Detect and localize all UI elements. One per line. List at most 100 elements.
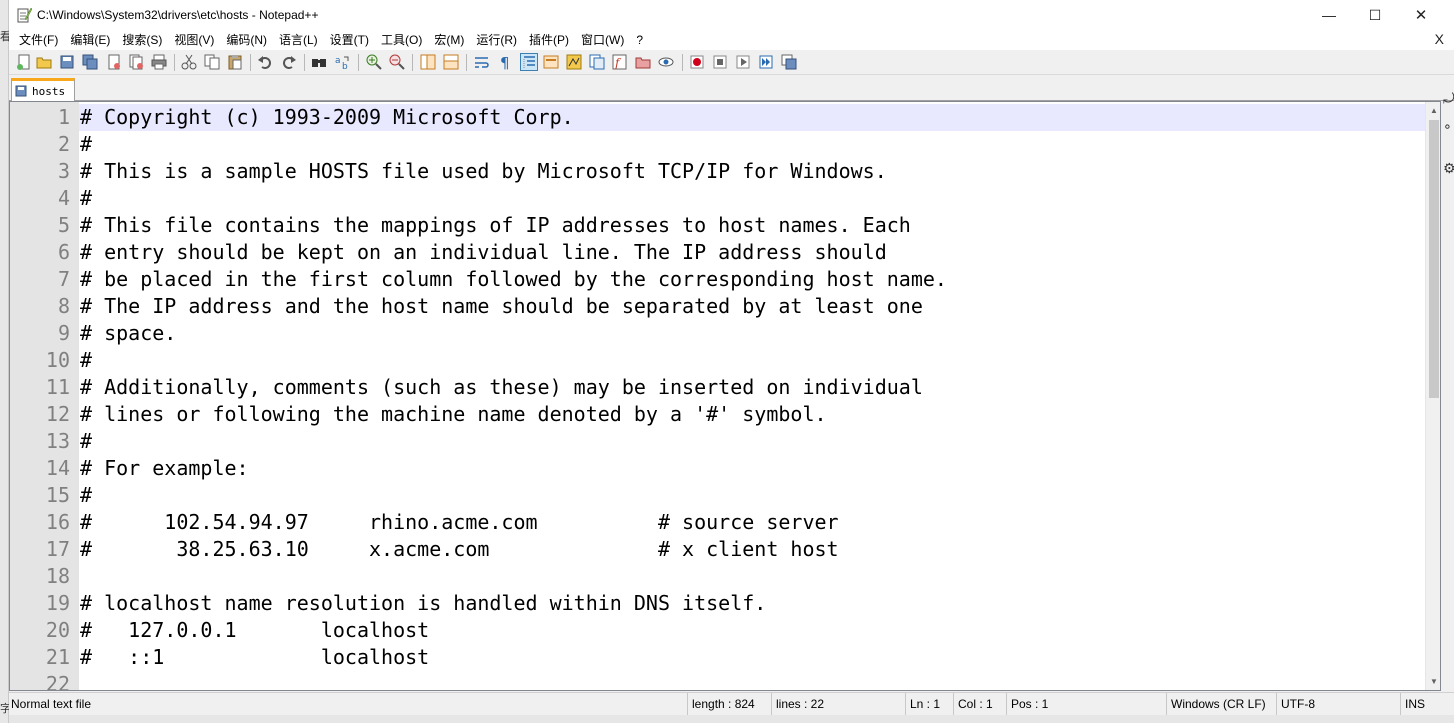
document-map-icon[interactable] — [566, 54, 582, 70]
line-number: 2 — [57, 132, 70, 156]
sync-horizontal-icon[interactable] — [443, 54, 459, 70]
paste-icon[interactable] — [227, 54, 243, 70]
monitoring-icon[interactable] — [658, 54, 674, 70]
menu-edit[interactable]: 编辑(E) — [64, 30, 116, 50]
svg-text:b: b — [342, 62, 348, 70]
status-insert-mode[interactable]: INS — [1400, 693, 1444, 716]
toolbar: ab ¶ f — [9, 50, 1454, 75]
close-file-icon[interactable] — [106, 54, 122, 70]
line-number: 12 — [45, 402, 70, 426]
sync-vertical-icon[interactable] — [420, 54, 436, 70]
tab-hosts[interactable]: hosts — [11, 78, 75, 101]
line-number: 20 — [45, 618, 70, 642]
line-number: 6 — [57, 240, 70, 264]
code-line[interactable]: # 127.0.0.1 localhost — [80, 617, 429, 644]
title-bar[interactable]: C:\Windows\System32\drivers\etc\hosts - … — [9, 0, 1454, 30]
copy-icon[interactable] — [204, 54, 220, 70]
cut-icon[interactable] — [181, 54, 197, 70]
zoom-in-icon[interactable] — [366, 54, 382, 70]
code-line[interactable]: # — [80, 131, 92, 158]
status-position: Pos : 1 — [1006, 693, 1166, 716]
code-line[interactable]: # For example: — [80, 455, 249, 482]
find-icon[interactable] — [311, 54, 327, 70]
menu-plugins[interactable]: 插件(P) — [523, 30, 575, 50]
menu-window[interactable]: 窗口(W) — [575, 30, 630, 50]
show-all-characters-icon[interactable]: ¶ — [497, 54, 513, 70]
close-all-icon[interactable] — [128, 54, 144, 70]
saved-file-icon — [15, 85, 27, 97]
menu-run[interactable]: 运行(R) — [470, 30, 523, 50]
save-icon[interactable] — [59, 54, 75, 70]
code-line[interactable]: # Copyright (c) 1993-2009 Microsoft Corp… — [80, 104, 574, 131]
line-number: 22 — [45, 672, 70, 691]
replace-icon[interactable]: ab — [335, 54, 351, 70]
menu-bar: 文件(F) 编辑(E) 搜索(S) 视图(V) 编码(N) 语言(L) 设置(T… — [9, 30, 1454, 50]
undo-arrow-icon[interactable]: ⤾ — [1443, 90, 1454, 106]
open-file-icon[interactable] — [36, 54, 52, 70]
scroll-down-icon[interactable]: ▼ — [1426, 673, 1440, 690]
gear-icon[interactable]: ⚙ — [1443, 160, 1454, 176]
toolbar-separator — [358, 54, 359, 71]
scroll-up-icon[interactable]: ▲ — [1426, 102, 1440, 119]
code-line[interactable]: # The IP address and the host name shoul… — [80, 293, 923, 320]
save-all-icon[interactable] — [82, 54, 98, 70]
code-line[interactable]: # lines or following the machine name de… — [80, 401, 827, 428]
play-macro-icon[interactable] — [735, 54, 751, 70]
code-line[interactable]: # entry should be kept on an individual … — [80, 239, 887, 266]
run-macro-multiple-icon[interactable] — [758, 54, 774, 70]
zoom-out-icon[interactable] — [389, 54, 405, 70]
code-line[interactable]: # This file contains the mappings of IP … — [80, 212, 911, 239]
tab-label: hosts — [32, 85, 66, 98]
code-line[interactable]: # — [80, 185, 92, 212]
line-number: 15 — [45, 483, 70, 507]
code-line[interactable]: # — [80, 428, 92, 455]
document-list-icon[interactable] — [589, 54, 605, 70]
code-line[interactable]: # 38.25.63.10 x.acme.com # x client host — [80, 536, 839, 563]
menu-language[interactable]: 语言(L) — [273, 30, 324, 50]
maximize-button[interactable]: ☐ — [1352, 0, 1398, 30]
code-line[interactable]: # ::1 localhost — [80, 644, 429, 671]
word-wrap-icon[interactable] — [474, 54, 490, 70]
code-line[interactable]: # space. — [80, 320, 176, 347]
toolbar-separator — [304, 54, 305, 71]
menu-help[interactable]: ? — [630, 30, 649, 50]
vertical-scrollbar[interactable]: ▲ ▼ — [1425, 102, 1440, 690]
new-file-icon[interactable] — [16, 54, 32, 70]
scrollbar-thumb[interactable] — [1429, 120, 1439, 398]
menu-settings[interactable]: 设置(T) — [324, 30, 375, 50]
menu-search[interactable]: 搜索(S) — [116, 30, 168, 50]
code-line[interactable]: # 102.54.94.97 rhino.acme.com # source s… — [80, 509, 839, 536]
menu-encoding[interactable]: 编码(N) — [220, 30, 273, 50]
close-document-button[interactable]: X — [1435, 31, 1444, 47]
folder-as-workspace-icon[interactable] — [635, 54, 651, 70]
code-line[interactable]: # Additionally, comments (such as these)… — [80, 374, 923, 401]
status-encoding[interactable]: UTF-8 — [1276, 693, 1400, 716]
user-defined-language-icon[interactable] — [543, 54, 559, 70]
toolbar-separator — [174, 54, 175, 71]
code-line[interactable]: # — [80, 482, 92, 509]
menu-tools[interactable]: 工具(O) — [375, 30, 428, 50]
status-eol[interactable]: Windows (CR LF) — [1166, 693, 1276, 716]
minimize-button[interactable]: — — [1306, 0, 1352, 30]
indent-guide-icon[interactable] — [520, 53, 538, 71]
code-line[interactable]: # localhost name resolution is handled w… — [80, 590, 766, 617]
undo-icon[interactable] — [257, 54, 273, 70]
side-tools-panel: ⤾ ∘ ⚙ — [1443, 90, 1454, 190]
print-icon[interactable] — [151, 54, 167, 70]
redo-icon[interactable] — [281, 54, 297, 70]
menu-view[interactable]: 视图(V) — [168, 30, 220, 50]
menu-macro[interactable]: 宏(M) — [428, 30, 470, 50]
save-macro-icon[interactable] — [781, 54, 797, 70]
record-macro-icon[interactable] — [689, 54, 705, 70]
text-editor[interactable]: 1 # Copyright (c) 1993-2009 Microsoft Cor… — [9, 101, 1441, 691]
close-window-button[interactable]: ✕ — [1398, 0, 1444, 30]
code-line[interactable]: # — [80, 347, 92, 374]
stop-macro-icon[interactable] — [712, 54, 728, 70]
code-line[interactable]: # This is a sample HOSTS file used by Mi… — [80, 158, 887, 185]
menu-file[interactable]: 文件(F) — [13, 30, 64, 50]
circle-icon[interactable]: ∘ — [1443, 118, 1452, 134]
function-list-icon[interactable]: f — [612, 54, 628, 70]
window-title: C:\Windows\System32\drivers\etc\hosts - … — [37, 8, 319, 22]
line-number: 13 — [45, 429, 70, 453]
code-line[interactable]: # be placed in the first column followed… — [80, 266, 947, 293]
